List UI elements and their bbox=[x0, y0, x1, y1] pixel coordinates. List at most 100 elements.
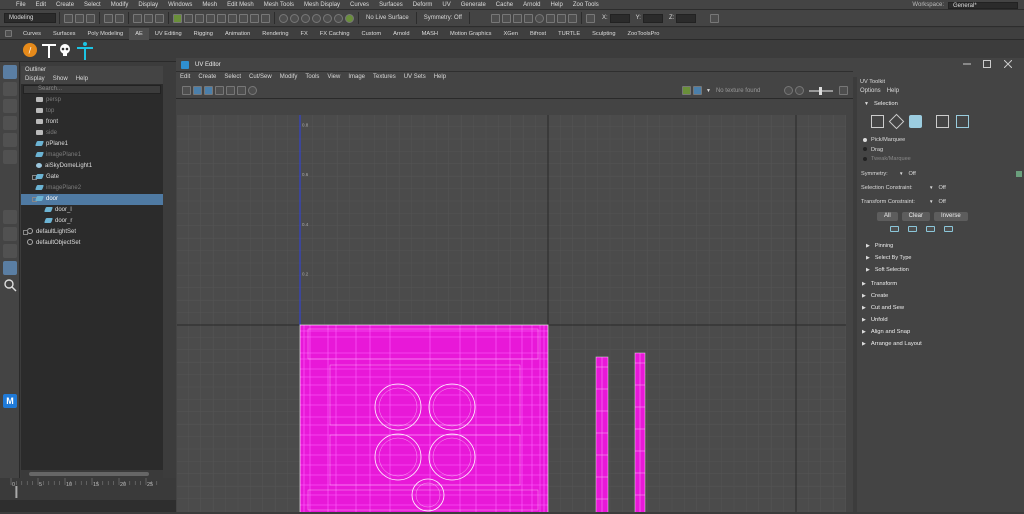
select-object-icon[interactable] bbox=[144, 13, 153, 23]
current-frame-marker[interactable] bbox=[15, 486, 18, 498]
outliner-item-imageplane2[interactable]: imagePlane2 bbox=[21, 183, 163, 194]
outliner-menu-show[interactable]: Show bbox=[49, 75, 72, 84]
section-selection[interactable]: ▼ Selection bbox=[857, 98, 1024, 110]
outliner-menu-help[interactable]: Help bbox=[72, 75, 92, 84]
live-surface-label[interactable]: No Live Surface bbox=[366, 15, 409, 21]
shelf-tab-bifrost[interactable]: Bifrost bbox=[524, 28, 552, 40]
shelf-tab-sculpting[interactable]: Sculpting bbox=[586, 28, 621, 40]
single-perspective-layout-icon[interactable] bbox=[3, 210, 17, 224]
ipr-render-icon[interactable] bbox=[512, 13, 522, 23]
menu-create[interactable]: Create bbox=[51, 0, 79, 10]
input-mode-icon[interactable] bbox=[585, 13, 595, 23]
save-scene-icon[interactable] bbox=[86, 13, 95, 23]
radio-icon[interactable] bbox=[863, 156, 867, 161]
section-cut-and-sew[interactable]: ▶ Cut and Sew bbox=[857, 302, 1024, 314]
mode-dropdown[interactable]: Modeling bbox=[4, 13, 56, 23]
transform-constraint-arrow-icon[interactable]: ▼ bbox=[929, 196, 933, 208]
menu-arnold[interactable]: Arnold bbox=[518, 0, 545, 10]
color-mgmt-icon[interactable] bbox=[839, 86, 849, 95]
checker-icon[interactable] bbox=[215, 86, 224, 95]
outliner-item-defaultobjectset[interactable]: defaultObjectSet bbox=[21, 238, 163, 249]
uv-menu-modify[interactable]: Modify bbox=[276, 72, 302, 83]
menu-zoo-tools[interactable]: Zoo Tools bbox=[568, 0, 604, 10]
minimize-icon[interactable] bbox=[962, 60, 971, 68]
selection-mode-pick-marquee[interactable]: Pick/Marquee bbox=[857, 136, 1024, 146]
snap-live-icon[interactable] bbox=[334, 13, 343, 23]
shelf-tab-zootoolspro[interactable]: ZooToolsPro bbox=[622, 28, 666, 40]
section-arrange-and-layout[interactable]: ▶ Arrange and Layout bbox=[857, 338, 1024, 350]
outliner-item-aiskydomelight1[interactable]: aiSkyDomeLight1 bbox=[21, 161, 163, 172]
dim-image-icon[interactable] bbox=[693, 86, 702, 95]
section-create[interactable]: ▶ Create bbox=[857, 290, 1024, 302]
distortion-icon[interactable] bbox=[226, 86, 235, 95]
history-icon[interactable] bbox=[490, 13, 500, 23]
select-all-button[interactable]: All bbox=[877, 211, 898, 221]
workspace-dropdown[interactable]: General* bbox=[948, 1, 1018, 9]
select-border-icon[interactable] bbox=[926, 226, 935, 232]
menu-mesh[interactable]: Mesh bbox=[197, 0, 222, 10]
outliner-scrollbar[interactable] bbox=[21, 470, 163, 478]
symmetry-dropdown[interactable]: Off bbox=[908, 168, 915, 180]
expand-toggle-icon[interactable] bbox=[23, 230, 28, 235]
shaded-uv-icon[interactable] bbox=[193, 86, 202, 95]
mask-deform-icon[interactable] bbox=[228, 13, 237, 23]
z-field[interactable] bbox=[676, 13, 697, 23]
snap-curve-icon[interactable] bbox=[290, 13, 299, 23]
shelf-tab-surfaces[interactable]: Surfaces bbox=[47, 28, 81, 40]
gamma-icon[interactable] bbox=[795, 86, 805, 95]
uv-shell-select-icon[interactable] bbox=[956, 114, 969, 128]
mask-misc-icon[interactable] bbox=[261, 13, 270, 23]
menu-edit[interactable]: Edit bbox=[31, 0, 51, 10]
menu-help[interactable]: Help bbox=[545, 0, 567, 10]
shelf-tab-rendering[interactable]: Rendering bbox=[256, 28, 294, 40]
section-align-and-snap[interactable]: ▶ Align and Snap bbox=[857, 326, 1024, 338]
time-slider[interactable]: 0 5 10 15 20 25 bbox=[0, 478, 176, 512]
select-clear-button[interactable]: Clear bbox=[901, 211, 931, 221]
shelf-settings-icon[interactable] bbox=[5, 30, 12, 37]
section-transform[interactable]: ▶ Transform bbox=[857, 278, 1024, 290]
render-view-icon[interactable] bbox=[545, 13, 555, 23]
outliner-item-defaultlightset[interactable]: defaultLightSet bbox=[21, 227, 163, 238]
shelf-tab-animation[interactable]: Animation bbox=[219, 28, 256, 40]
snap-surface-icon[interactable] bbox=[323, 13, 332, 23]
symmetry-status[interactable]: Symmetry: Off bbox=[424, 15, 462, 21]
uv-menu-tools[interactable]: Tools bbox=[301, 72, 323, 83]
timeline-track[interactable] bbox=[0, 478, 176, 498]
menu-cache[interactable]: Cache bbox=[491, 0, 518, 10]
new-scene-icon[interactable] bbox=[64, 13, 73, 23]
four-view-layout-icon[interactable] bbox=[3, 227, 17, 241]
shelf-cyan-figure-icon[interactable] bbox=[77, 42, 93, 60]
uv-menu-image[interactable]: Image bbox=[344, 72, 369, 83]
uv-menu-uv-sets[interactable]: UV Sets bbox=[400, 72, 430, 83]
outliner-item-front[interactable]: front bbox=[21, 117, 163, 128]
mask-surface-icon[interactable] bbox=[217, 13, 226, 23]
symmetry-settings-icon[interactable] bbox=[1016, 170, 1022, 177]
outliner-item-door[interactable]: door bbox=[21, 194, 163, 205]
uv-viewport[interactable]: 0.8 0.6 0.4 0.2 bbox=[177, 115, 852, 512]
shelf-tab-fx-caching[interactable]: FX Caching bbox=[314, 28, 356, 40]
outliner-item-door-l[interactable]: door_l bbox=[21, 205, 163, 216]
panel-toggle-icon[interactable] bbox=[710, 13, 720, 23]
exposure-icon[interactable] bbox=[784, 86, 794, 95]
pause-icon[interactable] bbox=[556, 13, 566, 23]
outliner-layout-icon[interactable] bbox=[3, 244, 17, 258]
menu-uv[interactable]: UV bbox=[437, 0, 455, 10]
workspace-selector[interactable]: Workspace: General* bbox=[912, 1, 1018, 9]
shelf-tab-rigging[interactable]: Rigging bbox=[188, 28, 219, 40]
outliner-menu-display[interactable]: Display bbox=[21, 75, 49, 84]
snap-view-icon[interactable] bbox=[312, 13, 321, 23]
outliner-item-door-r[interactable]: door_r bbox=[21, 216, 163, 227]
grid-toggle-icon[interactable] bbox=[182, 86, 191, 95]
snap-grid-icon[interactable] bbox=[279, 13, 288, 23]
menu-mesh-display[interactable]: Mesh Display bbox=[299, 0, 345, 10]
menu-curves[interactable]: Curves bbox=[345, 0, 374, 10]
radio-icon[interactable] bbox=[863, 137, 867, 142]
image-dropdown-arrow-icon[interactable]: ▼ bbox=[706, 88, 711, 94]
mask-render-icon[interactable] bbox=[250, 13, 259, 23]
paint-select-tool-icon[interactable] bbox=[3, 99, 17, 113]
menu-modify[interactable]: Modify bbox=[106, 0, 134, 10]
uv-menu-edit[interactable]: Edit bbox=[176, 72, 194, 83]
mask-handle-icon[interactable] bbox=[184, 13, 193, 23]
shelf-ae-orange-icon[interactable]: / bbox=[23, 43, 37, 57]
section-unfold[interactable]: ▶ Unfold bbox=[857, 314, 1024, 326]
